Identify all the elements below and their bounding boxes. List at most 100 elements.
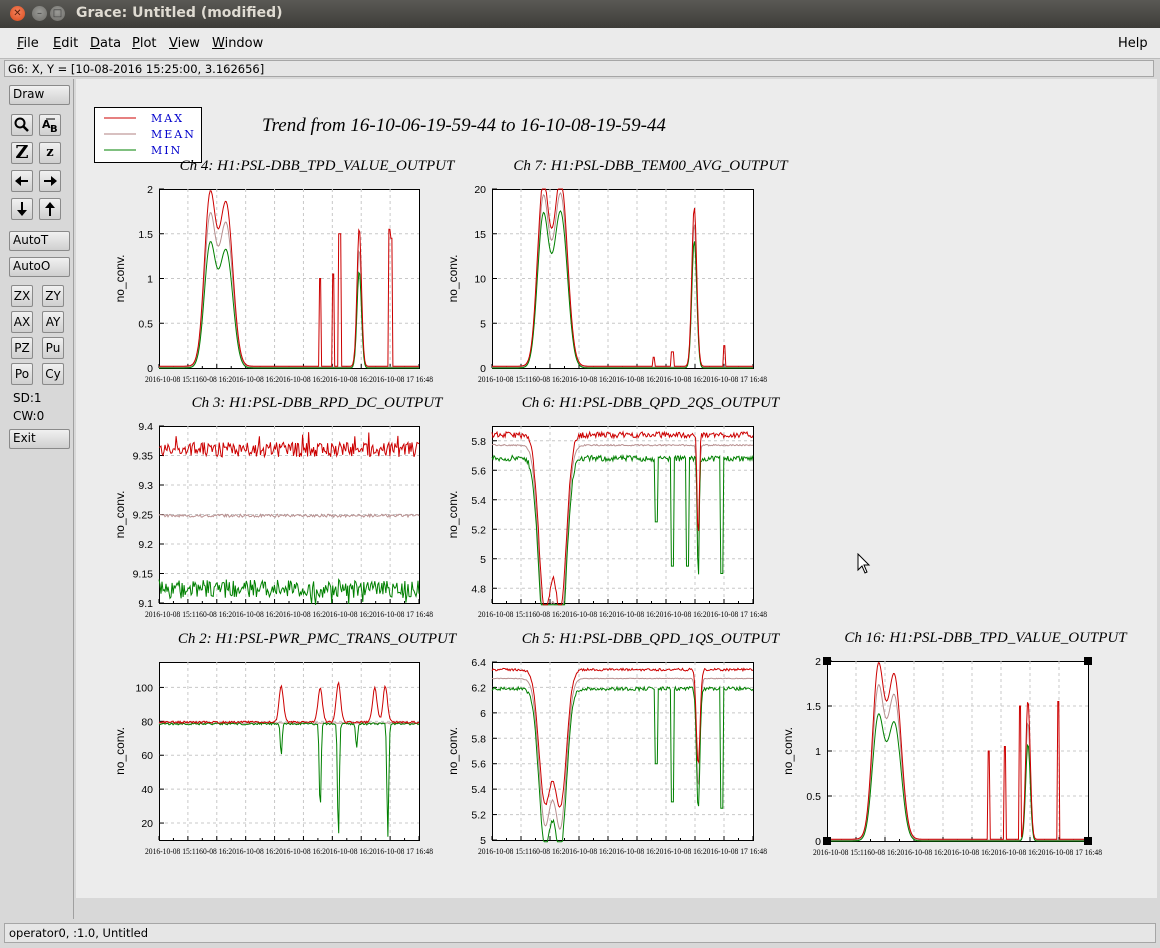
graph-2[interactable]: 05101520Ch 7: H1:PSL-DBB_TEM00_AVG_OUTPU… [446, 158, 789, 384]
x-tick-labels: 2016-10-08 15:1160-08 16:2016-10-08 16:2… [145, 846, 433, 856]
graphs-group: 00.511.52Ch 4: H1:PSL-DBB_TPD_VALUE_OUTP… [113, 158, 1128, 857]
legend-max-label: MAX [151, 112, 184, 125]
menu-edit[interactable]: Edit [53, 36, 78, 51]
menu-data[interactable]: Data [90, 36, 121, 51]
x-tick-labels: 2016-10-08 15:1160-08 16:2016-10-08 16:2… [813, 847, 1102, 857]
po-button[interactable]: Po [11, 363, 33, 385]
graph-frame [159, 662, 420, 841]
menu-data-accel: D [90, 36, 101, 51]
ay-button[interactable]: AY [42, 311, 64, 333]
y-tick-label: 9.15 [133, 569, 154, 581]
graph-title: Ch 5: H1:PSL-DBB_QPD_1QS_OUTPUT [522, 631, 781, 647]
scroll-up-button[interactable] [39, 198, 61, 220]
status-bar: operator0, :1.0, Untitled [4, 923, 1156, 943]
graph-title: Ch 4: H1:PSL-DBB_TPD_VALUE_OUTPUT [180, 158, 456, 174]
pz-button[interactable]: PZ [11, 337, 33, 359]
selection-handle[interactable] [823, 657, 831, 665]
y-tick-label: 5.6 [471, 759, 486, 771]
current-world-label: CW:0 [13, 409, 45, 423]
graph-6[interactable]: 55.25.45.65.866.26.4Ch 5: H1:PSL-DBB_QPD… [446, 631, 781, 856]
y-axis-label: no_conv. [113, 491, 127, 539]
window-title: Grace: Untitled (modified) [76, 5, 283, 21]
y-axis-label: no_conv. [446, 727, 460, 775]
svg-text:B: B [50, 124, 58, 135]
y-tick-label: 15 [474, 229, 486, 241]
pu-button[interactable]: Pu [42, 337, 64, 359]
selection-handle[interactable] [823, 837, 831, 845]
y-tick-label: 20 [474, 184, 486, 196]
autoscale-text-button[interactable]: AB [39, 114, 61, 136]
y-tick-label: 5.2 [471, 524, 486, 536]
x-tick-labels: 2016-10-08 15:1160-08 16:2016-10-08 16:2… [478, 609, 767, 619]
y-tick-label: 80 [141, 716, 153, 728]
zoom-button[interactable] [11, 114, 33, 136]
autot-button[interactable]: AutoT [9, 231, 70, 251]
y-tick-label: 5.2 [471, 810, 486, 822]
menu-plot[interactable]: Plot [132, 36, 157, 51]
scroll-right-button[interactable] [39, 170, 61, 192]
y-tick-label: 9.25 [133, 510, 154, 522]
scroll-left-button[interactable] [11, 170, 33, 192]
graph-4[interactable]: 4.8 5 5.2 5.4 5.6 5.8 Ch 6: H1:PSL-DBB_QPD_2QS… [446, 395, 781, 619]
menu-file[interactable]: File [17, 36, 39, 51]
legend-min-label: MIN [151, 144, 182, 157]
set-depth-label: SD:1 [13, 391, 42, 405]
scroll-down-button[interactable] [11, 198, 33, 220]
locator-readout: G6: X, Y = [10-08-2016 15:25:00, 3.16265… [4, 60, 1154, 77]
menu-window-rest: indow [224, 36, 264, 51]
graph-3[interactable]: 9.19.159.29.259.39.359.4Ch 3: H1:PSL-DBB… [113, 395, 444, 619]
y-tick-label: 2 [147, 184, 153, 196]
y-tick-label: 5.8 [471, 733, 486, 745]
close-window-icon[interactable]: ✕ [10, 6, 25, 21]
tool-panel: Draw AB Z z AutoT AutoO ZX ZY AX AY PZ P… [4, 79, 74, 919]
graph-1[interactable]: 00.511.52Ch 4: H1:PSL-DBB_TPD_VALUE_OUTP… [113, 158, 456, 384]
graph-title: Ch 16: H1:PSL-DBB_TPD_VALUE_OUTPUT [844, 630, 1128, 646]
y-tick-label: 9.4 [138, 421, 153, 433]
menu-window[interactable]: Window [212, 36, 263, 51]
y-axis-label: no_conv. [113, 255, 127, 303]
y-tick-label: 100 [135, 682, 153, 694]
zoom-in-z-button[interactable]: Z [11, 142, 33, 164]
plot-canvas-area[interactable]: MAX MEAN MIN Trend from 16-10-06-19-59-4… [76, 79, 1157, 898]
y-tick-label: 6 [480, 708, 486, 720]
main-title: Trend from 16-10-06-19-59-44 to 16-10-08… [262, 115, 666, 136]
ax-button[interactable]: AX [11, 311, 33, 333]
menu-window-accel: W [212, 36, 225, 51]
selection-handle[interactable] [1084, 657, 1092, 665]
exit-button[interactable]: Exit [9, 429, 70, 449]
arrow-left-icon [15, 176, 28, 186]
y-axis-label: no_conv. [446, 491, 460, 539]
mouse-pointer-icon [857, 553, 871, 574]
zy-button[interactable]: ZY [42, 285, 64, 307]
zoom-out-z-button[interactable]: z [39, 142, 61, 164]
arrow-right-icon [44, 176, 57, 186]
graph-5[interactable]: 20 40 60 80 100 Ch 2: H1:PSL-PWR_PMC_TRANS_OU… [113, 631, 458, 856]
menu-view-rest: iew [177, 36, 200, 51]
menu-view[interactable]: View [169, 36, 200, 51]
zx-button[interactable]: ZX [11, 285, 33, 307]
y-tick-label: 1.5 [806, 701, 821, 713]
y-axis-label: no_conv. [113, 727, 127, 775]
graph-7[interactable]: 00.511.52Ch 16: H1:PSL-DBB_TPD_VALUE_OUT… [781, 630, 1128, 857]
menubar: File Edit Data Plot View Window Help [0, 28, 1160, 59]
y-tick-label: 10 [474, 274, 486, 286]
legend-box[interactable]: MAX MEAN MIN [94, 107, 202, 163]
plot-canvas[interactable]: MAX MEAN MIN Trend from 16-10-06-19-59-4… [76, 79, 1157, 898]
y-tick-label: 9.35 [133, 451, 154, 463]
arrow-up-icon [45, 202, 55, 216]
autoo-button[interactable]: AutoO [9, 257, 70, 277]
y-tick-label: 0.5 [806, 791, 821, 803]
minimize-window-icon[interactable]: – [32, 6, 47, 21]
graph-title: Ch 6: H1:PSL-DBB_QPD_2QS_OUTPUT [522, 395, 781, 411]
y-tick-label: 1.5 [138, 229, 153, 241]
cy-button[interactable]: Cy [42, 363, 64, 385]
draw-button[interactable]: Draw [9, 85, 70, 105]
graph-frame [159, 426, 420, 604]
graph-title: Ch 2: H1:PSL-PWR_PMC_TRANS_OUTPUT [178, 631, 458, 647]
y-tick-label: 40 [141, 784, 153, 796]
maximize-window-icon[interactable]: □ [50, 6, 65, 21]
menu-plot-accel: P [132, 36, 140, 51]
y-tick-label: 5.4 [471, 495, 486, 507]
selection-handle[interactable] [1084, 837, 1092, 845]
menu-help[interactable]: Help [1118, 36, 1148, 51]
